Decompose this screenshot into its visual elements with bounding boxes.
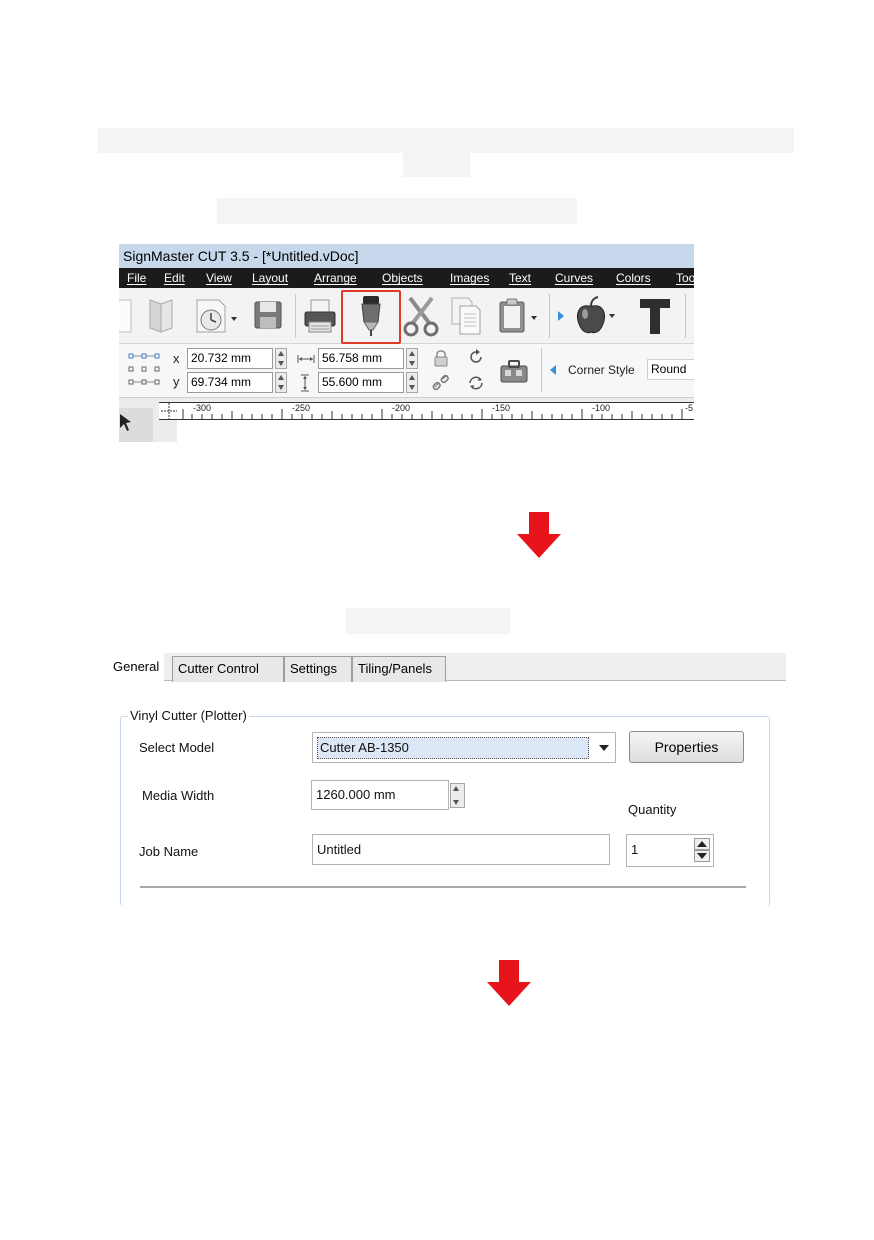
- properties-bar: x y 20.732 mm 69.734 mm 56.758 mm 55.600…: [119, 344, 694, 398]
- page-icon[interactable]: [119, 296, 133, 336]
- down-arrow-icon: [517, 512, 561, 558]
- menu-colors[interactable]: Colors: [616, 268, 651, 288]
- menu-file[interactable]: File: [127, 268, 146, 288]
- cut-dialog-screenshot: General Cutter Control Settings Tiling/P…: [108, 650, 788, 906]
- toolbox-icon[interactable]: [499, 358, 529, 384]
- expand-arrow-icon[interactable]: [557, 310, 565, 322]
- job-name-label: Job Name: [139, 844, 199, 859]
- toolbar-separator: [549, 294, 550, 338]
- ruler-label: -5: [685, 403, 694, 413]
- down-arrow-icon: [487, 960, 531, 1006]
- save-icon[interactable]: [253, 298, 283, 332]
- apple-icon[interactable]: [571, 294, 619, 338]
- chevron-down-icon[interactable]: [599, 745, 609, 751]
- clock-icon[interactable]: [193, 296, 239, 336]
- width-field[interactable]: 56.758 mm: [318, 348, 404, 369]
- menu-curves[interactable]: Curves: [555, 268, 593, 288]
- y-position-spinner[interactable]: [275, 372, 287, 393]
- copy-icon[interactable]: [449, 296, 483, 336]
- app-window-screenshot: SignMaster CUT 3.5 - [*Untitled.vDoc] Fi…: [119, 244, 694, 442]
- toolbar-separator: [541, 348, 542, 392]
- pointer-tool-icon[interactable]: [119, 408, 153, 442]
- redacted-heading-line-2: [403, 153, 470, 177]
- x-position-field[interactable]: 20.732 mm: [187, 348, 273, 369]
- horizontal-ruler: -300 -250 -200 -150 -100 -5: [159, 402, 694, 420]
- y-position-field[interactable]: 69.734 mm: [187, 372, 273, 393]
- ruler-label: -250: [292, 403, 311, 413]
- menu-edit[interactable]: Edit: [164, 268, 185, 288]
- book-icon[interactable]: [147, 296, 175, 336]
- height-icon: [301, 374, 309, 392]
- text-tool-icon[interactable]: [637, 296, 673, 336]
- group-title: Vinyl Cutter (Plotter): [128, 708, 249, 723]
- refresh-icon[interactable]: [467, 374, 485, 392]
- menu-objects[interactable]: Objects: [382, 268, 423, 288]
- main-toolbar: [119, 288, 694, 344]
- corner-style-select[interactable]: Round: [647, 359, 694, 380]
- tab-settings[interactable]: Settings: [284, 656, 352, 682]
- menu-view[interactable]: View: [206, 268, 232, 288]
- y-label: y: [173, 374, 180, 389]
- width-spinner[interactable]: [406, 348, 418, 369]
- menu-bar: File Edit View Layout Arrange Objects Im…: [119, 268, 694, 288]
- corner-style-label: Corner Style: [568, 363, 635, 377]
- toolbar-separator: [685, 294, 686, 338]
- window-title: SignMaster CUT 3.5 - [*Untitled.vDoc]: [119, 244, 694, 268]
- toolbar-separator: [295, 294, 296, 338]
- media-width-spinner[interactable]: [450, 783, 465, 808]
- ruler-area: -300 -250 -200 -150 -100 -5: [119, 398, 694, 442]
- height-spinner[interactable]: [406, 372, 418, 393]
- divider: [140, 886, 746, 888]
- tab-cutter-control[interactable]: Cutter Control: [172, 656, 284, 682]
- rotate-icon[interactable]: [467, 348, 485, 366]
- alignment-grid-icon[interactable]: [127, 352, 163, 388]
- ruler-label: -100: [592, 403, 611, 413]
- menu-tools[interactable]: Too: [676, 268, 694, 288]
- x-label: x: [173, 351, 180, 366]
- ruler-label: -150: [492, 403, 511, 413]
- redacted-heading-line-1: [98, 128, 794, 153]
- menu-text[interactable]: Text: [509, 268, 531, 288]
- drawing-canvas[interactable]: [177, 420, 694, 442]
- select-model-value: Cutter AB-1350: [317, 737, 589, 759]
- printer-icon[interactable]: [303, 296, 337, 336]
- select-model-label: Select Model: [139, 740, 215, 755]
- scissors-icon[interactable]: [402, 294, 440, 338]
- ruler-label: -300: [193, 403, 212, 413]
- ruler-label: -200: [392, 403, 411, 413]
- redacted-caption-1: [217, 198, 577, 224]
- properties-button[interactable]: Properties: [629, 731, 744, 763]
- tab-tiling-panels[interactable]: Tiling/Panels: [352, 656, 446, 682]
- redacted-caption-2: [346, 608, 510, 634]
- quantity-spinner-icon[interactable]: [694, 838, 710, 862]
- tab-general[interactable]: General: [108, 653, 165, 683]
- media-width-label: Media Width: [142, 788, 215, 803]
- select-model-dropdown[interactable]: Cutter AB-1350: [312, 732, 616, 763]
- media-width-field[interactable]: 1260.000 mm: [311, 780, 449, 810]
- menu-arrange[interactable]: Arrange: [314, 268, 357, 288]
- height-field[interactable]: 55.600 mm: [318, 372, 404, 393]
- link-icon[interactable]: [432, 374, 450, 392]
- job-name-field[interactable]: Untitled: [312, 834, 610, 865]
- tab-bar: General Cutter Control Settings Tiling/P…: [108, 653, 786, 683]
- ruler-ticks: [161, 403, 683, 419]
- x-position-spinner[interactable]: [275, 348, 287, 369]
- menu-layout[interactable]: Layout: [252, 268, 288, 288]
- collapse-arrow-icon[interactable]: [549, 364, 557, 376]
- clipboard-icon[interactable]: [497, 296, 541, 336]
- menu-images[interactable]: Images: [450, 268, 489, 288]
- highlight-box: [341, 290, 401, 344]
- width-icon: [297, 355, 315, 363]
- quantity-label: Quantity: [628, 802, 677, 817]
- lock-icon[interactable]: [433, 348, 449, 368]
